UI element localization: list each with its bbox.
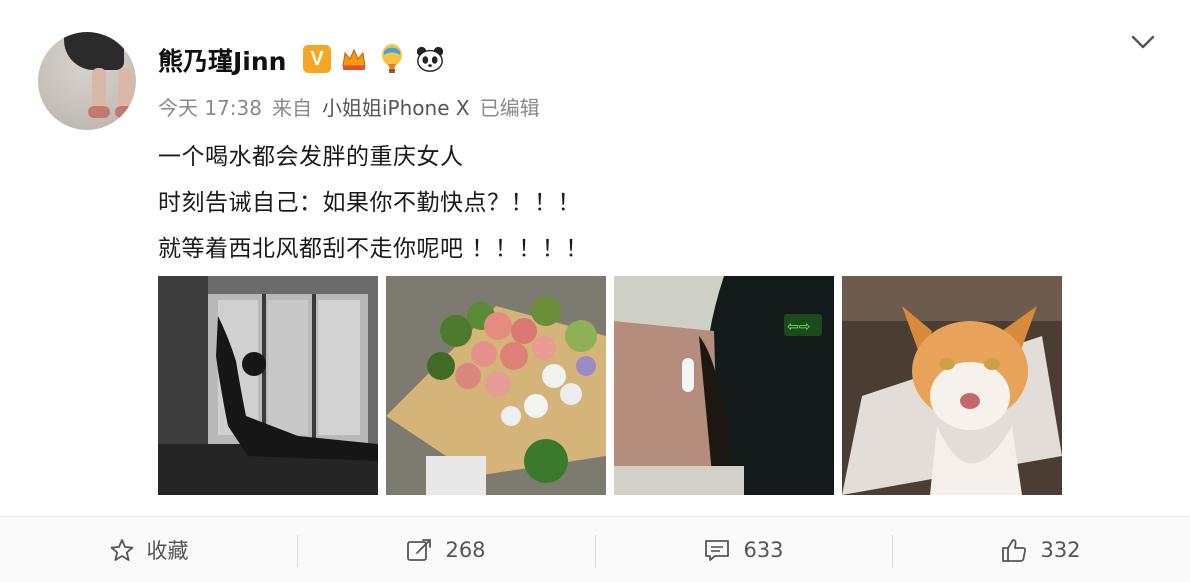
post-meta: 今天 17:38 来自 小姐姐iPhone X 已编辑	[158, 92, 540, 121]
repost-count: 268	[445, 538, 486, 562]
like-count: 332	[1040, 538, 1081, 562]
comment-icon	[705, 540, 730, 561]
thumbs-up-icon	[1002, 539, 1027, 562]
star-icon	[110, 539, 133, 561]
stretching-silhouette-photo[interactable]	[158, 276, 378, 495]
repost-icon	[407, 539, 432, 561]
flower-bouquet-photo[interactable]	[386, 276, 606, 495]
favorite-label: 收藏	[146, 539, 189, 563]
verified-v-icon[interactable]: V	[303, 45, 331, 73]
post-source[interactable]: 小姐姐iPhone X	[322, 92, 470, 121]
edited-label[interactable]: 已编辑	[480, 92, 540, 121]
repost-button[interactable]: 268	[297, 517, 594, 582]
svg-text:⇦⇨: ⇦⇨	[787, 319, 810, 335]
username[interactable]: 熊乃瑾Jinn	[158, 42, 286, 78]
favorite-button[interactable]: 收藏	[0, 517, 297, 582]
hot-air-balloon-icon[interactable]	[377, 44, 407, 74]
orange-cat-photo[interactable]	[842, 276, 1062, 495]
panda-icon[interactable]	[415, 44, 445, 74]
post-text-line: 时刻告诫自己：如果你不勤快点？！！！	[158, 190, 581, 216]
post-time[interactable]: 今天 17:38	[158, 92, 262, 121]
like-button[interactable]: 332	[892, 517, 1189, 582]
user-badges: V	[303, 44, 445, 74]
comment-count: 633	[743, 538, 784, 562]
selfie-with-earbud-photo[interactable]: ⇦⇨	[614, 276, 834, 495]
avatar[interactable]	[38, 32, 136, 130]
source-prefix: 来自	[272, 96, 312, 120]
post-text-line: 就等着西北风都刮不走你呢吧 ！！！！！	[158, 236, 589, 262]
action-bar: 收藏 268 633 332	[0, 516, 1190, 582]
crown-badge-icon[interactable]	[339, 44, 369, 74]
weibo-post-card: 熊乃瑾Jinn V 今天 17:38 来自 小姐姐iPhone X 已编辑 一个…	[0, 0, 1190, 516]
post-text-line: 一个喝水都会发胖的重庆女人	[158, 144, 464, 170]
chevron-down-icon[interactable]	[1128, 30, 1158, 54]
comment-button[interactable]: 633	[595, 517, 892, 582]
